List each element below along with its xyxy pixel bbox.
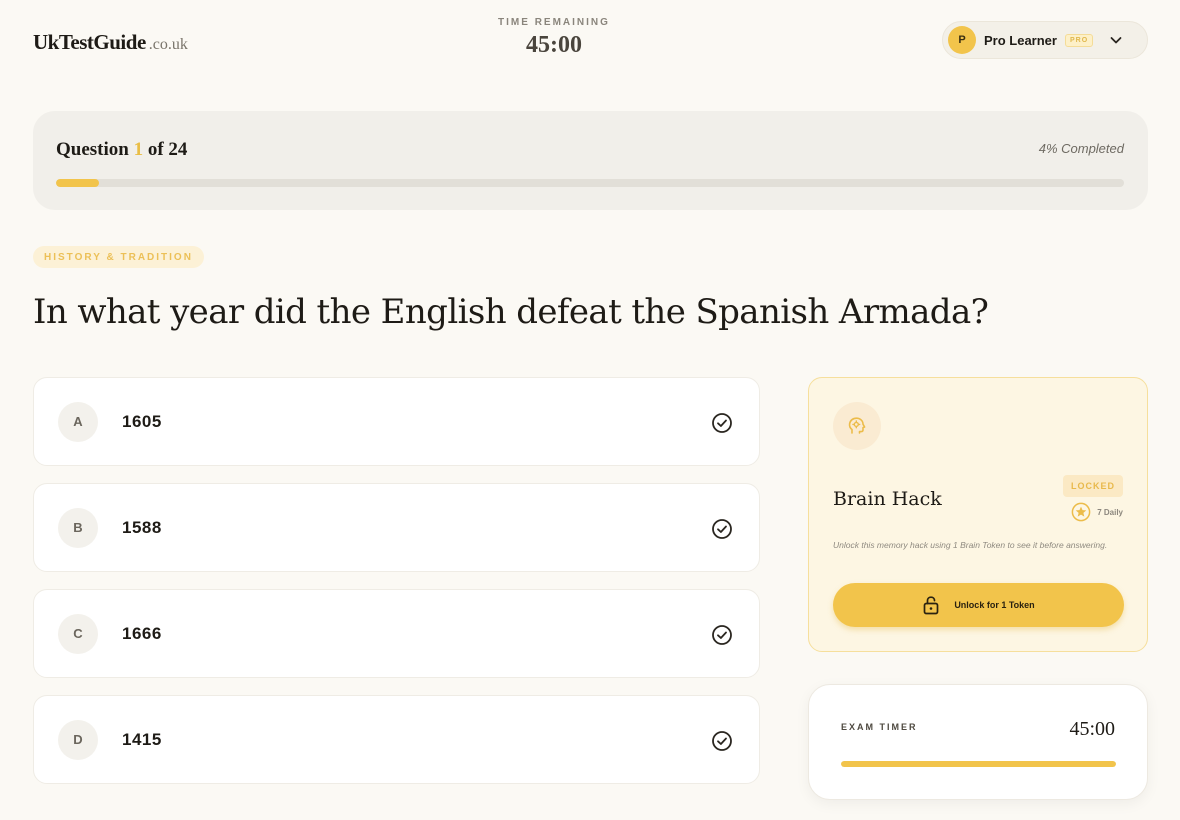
- option-letter: C: [58, 613, 98, 654]
- logo[interactable]: UkTestGuide .co.uk: [33, 30, 188, 55]
- header-timer: TIME REMAINING 45:00: [470, 17, 638, 59]
- progress-track: [56, 179, 1124, 187]
- timer-value: 45:00: [526, 32, 582, 58]
- option-letter: A: [58, 401, 98, 442]
- check-circle-icon: [712, 731, 732, 751]
- question-counter-prefix: Question: [56, 139, 134, 160]
- question-current: 1: [133, 139, 144, 160]
- timer-label: TIME REMAINING: [498, 17, 610, 28]
- lock-open-icon: [923, 596, 939, 615]
- user-menu-button[interactable]: P Pro Learner PRO: [942, 21, 1148, 59]
- exam-timer-track: [841, 761, 1116, 767]
- check-circle-icon: [712, 625, 732, 645]
- option-text: 1415: [122, 729, 162, 749]
- answer-option-a[interactable]: A 1605: [33, 377, 760, 466]
- brain-hack-icon-wrap: [833, 402, 881, 450]
- question-text: In what year did the English defeat the …: [33, 292, 989, 332]
- brain-hack-description: Unlock this memory hack using 1 Brain To…: [833, 540, 1108, 550]
- exam-timer-label: EXAM TIMER: [841, 722, 918, 732]
- brain-gear-icon: [848, 417, 866, 434]
- daily-tokens: 7 Daily: [1071, 502, 1123, 522]
- daily-label: 7 Daily: [1097, 507, 1123, 517]
- progress-fill: [56, 179, 99, 187]
- unlock-token-button[interactable]: Unlock for 1 Token: [833, 583, 1124, 627]
- chevron-down-icon: [1109, 33, 1123, 47]
- user-name: Pro Learner: [984, 32, 1057, 48]
- avatar: P: [948, 26, 976, 54]
- progress-card: Question 1 of 24 4% Completed: [33, 111, 1148, 210]
- check-circle-icon: [712, 413, 732, 433]
- completion-percent: 4% Completed: [1038, 141, 1124, 156]
- option-letter: B: [58, 507, 98, 548]
- locked-badge: LOCKED: [1063, 475, 1123, 497]
- exam-timer-card: EXAM TIMER 45:00: [808, 684, 1148, 800]
- star-circle-icon: [1071, 502, 1091, 522]
- exam-timer-value: 45:00: [1069, 718, 1115, 740]
- answer-option-b[interactable]: B 1588: [33, 483, 760, 572]
- pro-badge: PRO: [1064, 33, 1094, 47]
- logo-suffix: .co.uk: [148, 36, 188, 53]
- brain-hack-title: Brain Hack: [833, 488, 942, 510]
- answer-option-d[interactable]: D 1415: [33, 695, 760, 784]
- exam-timer-fill: [841, 761, 1116, 767]
- option-letter: D: [58, 719, 98, 760]
- category-badge: HISTORY & TRADITION: [33, 246, 204, 268]
- unlock-button-label: Unlock for 1 Token: [954, 600, 1035, 610]
- option-text: 1588: [122, 517, 162, 537]
- option-text: 1605: [122, 411, 162, 431]
- brain-hack-card: Brain Hack LOCKED 7 Daily Unlock this me…: [808, 377, 1148, 652]
- logo-main: UkTestGuide: [33, 30, 146, 54]
- option-text: 1666: [122, 623, 162, 643]
- question-counter-suffix: of 24: [143, 139, 188, 160]
- question-counter: Question 1 of 24: [56, 139, 187, 161]
- answer-option-c[interactable]: C 1666: [33, 589, 760, 678]
- check-circle-icon: [712, 519, 732, 539]
